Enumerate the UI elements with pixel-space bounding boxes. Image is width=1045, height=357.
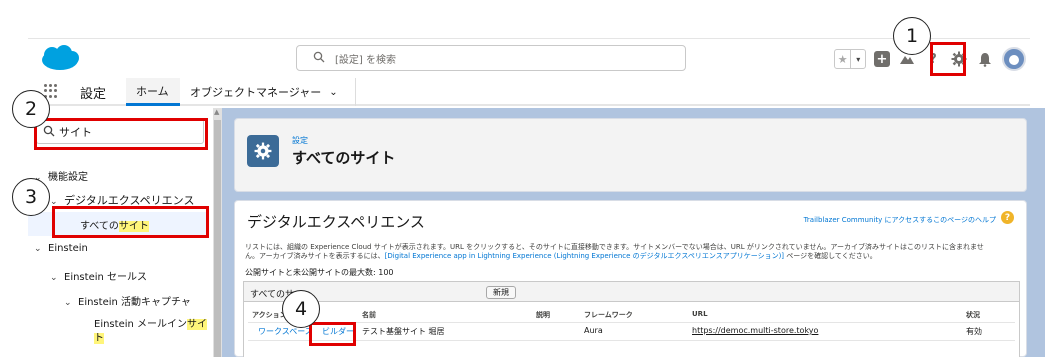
global-search-input[interactable]: [設定] を検索 <box>296 45 686 71</box>
chevron-down-icon[interactable]: ▾ <box>851 50 865 68</box>
list-header: すべてのサ 新規 <box>244 282 1019 302</box>
annotation-step-1: 1 <box>893 17 931 55</box>
card-title: デジタルエクスペリエンス <box>247 213 425 231</box>
search-placeholder: [設定] を検索 <box>335 55 396 66</box>
tab-object-manager-label: オブジェクトマネージャー <box>190 86 322 99</box>
global-actions-plus-icon[interactable]: + <box>874 51 890 67</box>
tree-item-einstein[interactable]: ⌄ Einstein <box>34 243 88 254</box>
description-line: リストには、組織の Experience Cloud サイトが表示されます。UR… <box>245 243 984 251</box>
main-content: 設定 すべてのサイト デジタルエクスペリエンス Trailblazer Comm… <box>222 108 1045 357</box>
app-name: 設定 <box>80 87 107 102</box>
site-url-link[interactable]: https://democ.multi-store.tokyo <box>692 326 818 335</box>
digital-experience-app-link[interactable]: [Digital Experience app in Lightning Exp… <box>385 252 784 260</box>
column-header: 状況 <box>966 311 980 319</box>
annotation-step-3: 3 <box>12 178 50 216</box>
tree-item-einstein-sales[interactable]: ⌄ Einstein セールス <box>50 268 147 283</box>
global-header: [設定] を検索 ★ ▾ + ? <box>28 38 1030 78</box>
setup-gear-icon <box>247 135 279 167</box>
column-header: 名前 <box>362 311 376 319</box>
tab-home[interactable]: ホーム <box>126 78 180 106</box>
description-text: リストには、組織の Experience Cloud サイトが表示されます。UR… <box>245 243 1020 261</box>
scroll-up-arrow-icon[interactable]: ▲ <box>214 108 219 116</box>
annotation-step-2: 2 <box>12 90 50 128</box>
column-header: URL <box>692 310 708 318</box>
help-icon[interactable]: ? <box>1001 211 1014 224</box>
column-header: 説明 <box>536 311 550 319</box>
description-line: ページを確認してください。 <box>784 252 877 260</box>
app-navigation-bar: 設定 ホーム オブジェクトマネージャー ⌄ <box>28 78 1030 106</box>
help-link[interactable]: Trailblazer Community にアクセスするこのページのヘルプ <box>804 215 996 225</box>
avatar-face-icon <box>1009 55 1019 65</box>
search-highlight: サイ <box>187 319 208 330</box>
page-kicker: 設定 <box>292 136 308 145</box>
site-name: テスト基盤サイト 堀居 <box>362 327 445 336</box>
search-highlight: ト <box>94 333 104 344</box>
annotation-box-all-sites <box>52 206 209 238</box>
tree-item-label: 機能設定 <box>48 172 88 183</box>
tree-item-einstein-mail-in-site[interactable]: Einstein メールインサイト <box>94 318 208 346</box>
tree-item-einstein-activity-capture[interactable]: ⌄ Einstein 活動キャプチャ <box>64 293 191 308</box>
row-divider <box>248 340 1015 341</box>
favorites-button[interactable]: ★ ▾ <box>834 49 866 69</box>
scrollbar-thumb[interactable] <box>214 120 221 357</box>
chevron-down-icon[interactable]: ⌄ <box>50 273 64 283</box>
salesforce-logo[interactable] <box>38 43 82 73</box>
tree-item-label: Einstein セールス <box>64 272 148 283</box>
chevron-down-icon[interactable]: ⌄ <box>329 87 337 98</box>
tab-object-manager[interactable]: オブジェクトマネージャー ⌄ <box>180 78 356 106</box>
page-title: すべてのサイト <box>292 149 396 167</box>
sites-list: すべてのサ 新規 アクション 名前 説明 フレームワーク URL 状況 ワークス… <box>243 281 1020 357</box>
chevron-down-icon[interactable]: ⌄ <box>34 244 48 254</box>
chevron-down-icon[interactable]: ⌄ <box>64 298 78 308</box>
tree-item-label: Einstein <box>48 243 88 254</box>
site-status: 有効 <box>966 327 982 336</box>
tree-item-label: Einstein 活動キャプチャ <box>78 297 191 308</box>
new-site-button[interactable]: 新規 <box>486 286 516 299</box>
annotation-box-gear <box>930 42 966 76</box>
max-sites-text: 公開サイトと未公開サイトの最大数: 100 <box>245 268 394 277</box>
page-header: 設定 すべてのサイト <box>234 118 1027 192</box>
row-divider <box>248 322 1015 323</box>
user-avatar[interactable] <box>1002 47 1026 71</box>
bell-icon[interactable] <box>976 50 994 68</box>
sidebar-scrollbar[interactable]: ▲ <box>213 108 222 357</box>
column-header: フレームワーク <box>584 311 633 319</box>
annotation-step-4: 4 <box>282 290 320 328</box>
search-icon <box>313 51 325 63</box>
description-line: ん。アーカイブ済みサイトを表示するには、 <box>245 252 385 260</box>
tab-home-label: ホーム <box>136 84 169 98</box>
annotation-box-quick-find <box>34 118 208 150</box>
site-framework: Aura <box>584 326 603 335</box>
app-launcher-icon[interactable] <box>44 84 58 98</box>
tree-item-label: Einstein メールイン <box>94 319 188 330</box>
star-icon[interactable]: ★ <box>835 50 852 68</box>
annotation-box-builder <box>309 322 356 346</box>
